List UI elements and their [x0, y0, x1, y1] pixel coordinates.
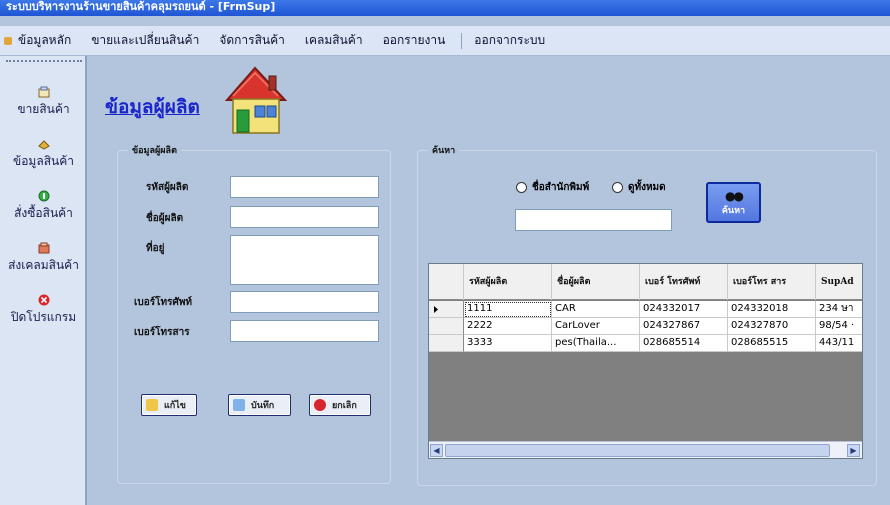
search-button-label: ค้นหา	[721, 206, 746, 216]
sidebar-item-order-label: สั่งซื้อสินค้า	[14, 206, 73, 220]
menu-exit[interactable]: ออกจากระบบ	[466, 31, 557, 50]
page-title: ข้อมูลผู้ผลิต	[105, 96, 200, 118]
menu-sell-exchange[interactable]: ขายและเปลี่ยนสินค้า	[83, 31, 211, 50]
sidebar-item-order[interactable]: สั่งซื้อสินค้า	[0, 190, 87, 223]
menu-separator	[461, 32, 463, 49]
code-field[interactable]	[230, 176, 379, 198]
cancel-button-label: ยกเลิก	[332, 401, 357, 411]
search-input[interactable]	[515, 209, 672, 231]
horizontal-scrollbar[interactable]: ◀ ▶	[429, 441, 862, 458]
grid-cell[interactable]: 3333	[464, 335, 552, 352]
code-label: รหัสผู้ผลิต	[146, 182, 189, 193]
grid-cell[interactable]: CarLover	[552, 318, 640, 335]
menu-claim[interactable]: เคลมสินค้า	[297, 31, 375, 50]
radio-all-label: ดูทั้งหมด	[628, 182, 666, 193]
row-header-current[interactable]	[429, 301, 464, 318]
menu-main-data-label: ข้อมูลหลัก	[18, 33, 72, 47]
grid-header-cell[interactable]: ชื่อผู้ผลิต	[552, 264, 640, 300]
sidebar-item-claim[interactable]: ส่งเคลมสินค้า	[0, 242, 87, 275]
fax-label: เบอร์โทรสาร	[134, 327, 190, 338]
grid-cell[interactable]: 024332018	[728, 301, 816, 318]
grid-header-cell[interactable]: SupAd	[816, 264, 862, 300]
radio-all[interactable]: ดูทั้งหมด	[612, 180, 666, 195]
sidebar-item-claim-label: ส่งเคลมสินค้า	[8, 258, 79, 272]
radio-publisher[interactable]: ชื่อสำนักพิมพ์	[516, 180, 589, 195]
row-header[interactable]	[429, 335, 464, 352]
fax-field[interactable]	[230, 320, 379, 342]
sidebar-item-sale-label: ขายสินค้า	[17, 102, 70, 116]
order-icon	[38, 190, 50, 202]
supplier-groupbox: ข้อมูลผู้ผลิต	[117, 143, 391, 484]
grid-cell[interactable]: 443/11	[816, 335, 862, 352]
row-header[interactable]	[429, 318, 464, 335]
grid-cell[interactable]: 234 ษา	[816, 301, 862, 318]
sidebar-item-product-label: ข้อมูลสินค้า	[13, 154, 74, 168]
menu-bar: ข้อมูลหลัก ขายและเปลี่ยนสินค้า จัดการสิน…	[0, 26, 890, 56]
edit-icon	[146, 399, 158, 411]
table-row[interactable]: 1111 CAR 024332017 024332018 234 ษา	[429, 301, 862, 318]
name-label: ชื่อผู้ผลิต	[146, 213, 184, 224]
binoculars-icon: ●●	[725, 189, 744, 203]
save-button-label: บันทึก	[251, 401, 275, 411]
scroll-thumb[interactable]	[445, 444, 830, 457]
address-label: ที่อยู่	[146, 243, 165, 254]
menu-main-data[interactable]: ข้อมูลหลัก	[0, 31, 83, 50]
supplier-group-title: ข้อมูลผู้ผลิต	[128, 143, 181, 157]
radio-publisher-label: ชื่อสำนักพิมพ์	[532, 182, 590, 193]
sale-icon	[38, 86, 50, 98]
search-group-title: ค้นหา	[428, 143, 460, 157]
grid-header-cell[interactable]: เบอร์ โทรศัพท์	[640, 264, 728, 300]
grid-cell[interactable]: 1111	[464, 301, 552, 318]
grid-cell[interactable]: 98/54 ·	[816, 318, 862, 335]
cancel-button[interactable]: ยกเลิก	[309, 394, 371, 416]
grid-header-cell[interactable]: เบอร์โทร สาร	[728, 264, 816, 300]
sidebar-item-sale[interactable]: ขายสินค้า	[0, 86, 87, 119]
sidebar-item-product[interactable]: ข้อมูลสินค้า	[0, 138, 87, 171]
table-row[interactable]: 3333 pes(Thaila... 028685514 028685515 4…	[429, 335, 862, 352]
grid-header: รหัสผู้ผลิต ชื่อผู้ผลิต เบอร์ โทรศัพท์ เ…	[429, 264, 862, 300]
sidebar: ขายสินค้า ข้อมูลสินค้า สั่งซื้อสินค้า ส่…	[0, 56, 87, 505]
grid-cell[interactable]: pes(Thaila...	[552, 335, 640, 352]
phone-field[interactable]	[230, 291, 379, 313]
table-row[interactable]: 2222 CarLover 024327867 024327870 98/54 …	[429, 318, 862, 335]
sidebar-divider	[6, 60, 82, 62]
grid-cell[interactable]: 028685515	[728, 335, 816, 352]
sidebar-item-close-program-label: ปิดโปรแกรม	[10, 310, 77, 324]
cancel-icon	[314, 399, 326, 411]
save-icon	[233, 399, 245, 411]
menu-report[interactable]: ออกรายงาน	[375, 31, 458, 50]
phone-label: เบอร์โทรศัพท์	[134, 297, 193, 308]
edit-button[interactable]: แก้ไข	[141, 394, 197, 416]
claim-icon	[38, 242, 50, 254]
grid-cell[interactable]: 024327867	[640, 318, 728, 335]
address-field[interactable]	[230, 235, 379, 285]
radio-all-circle	[612, 182, 623, 193]
supplier-grid[interactable]: รหัสผู้ผลิต ชื่อผู้ผลิต เบอร์ โทรศัพท์ เ…	[428, 263, 863, 459]
scroll-right-icon[interactable]: ▶	[847, 444, 860, 457]
grid-cell[interactable]: 028685514	[640, 335, 728, 352]
product-icon	[37, 138, 50, 150]
sidebar-item-close-program[interactable]: ปิดโปรแกรม	[0, 294, 87, 327]
grid-cell[interactable]: 024332017	[640, 301, 728, 318]
grid-header-cell[interactable]: รหัสผู้ผลิต	[464, 264, 552, 300]
grid-cell[interactable]: 024327870	[728, 318, 816, 335]
house-icon	[215, 64, 295, 138]
menu-manage-product[interactable]: จัดการสินค้า	[211, 31, 297, 50]
window-title-bar: ระบบบริหารงานร้านขายสินค้าคลุมรถยนต์ - […	[0, 0, 890, 16]
edit-button-label: แก้ไข	[164, 401, 186, 411]
radio-publisher-circle	[516, 182, 527, 193]
window-title: ระบบบริหารงานร้านขายสินค้าคลุมรถยนต์ - […	[6, 0, 276, 13]
name-field[interactable]	[230, 206, 379, 228]
scroll-left-icon[interactable]: ◀	[430, 444, 443, 457]
grid-header-corner	[429, 264, 464, 300]
menu-icon	[4, 36, 12, 45]
grid-cell[interactable]: 2222	[464, 318, 552, 335]
search-button[interactable]: ●● ค้นหา	[706, 182, 761, 223]
save-button[interactable]: บันทึก	[228, 394, 291, 416]
grid-cell[interactable]: CAR	[552, 301, 640, 318]
close-icon	[38, 294, 50, 306]
